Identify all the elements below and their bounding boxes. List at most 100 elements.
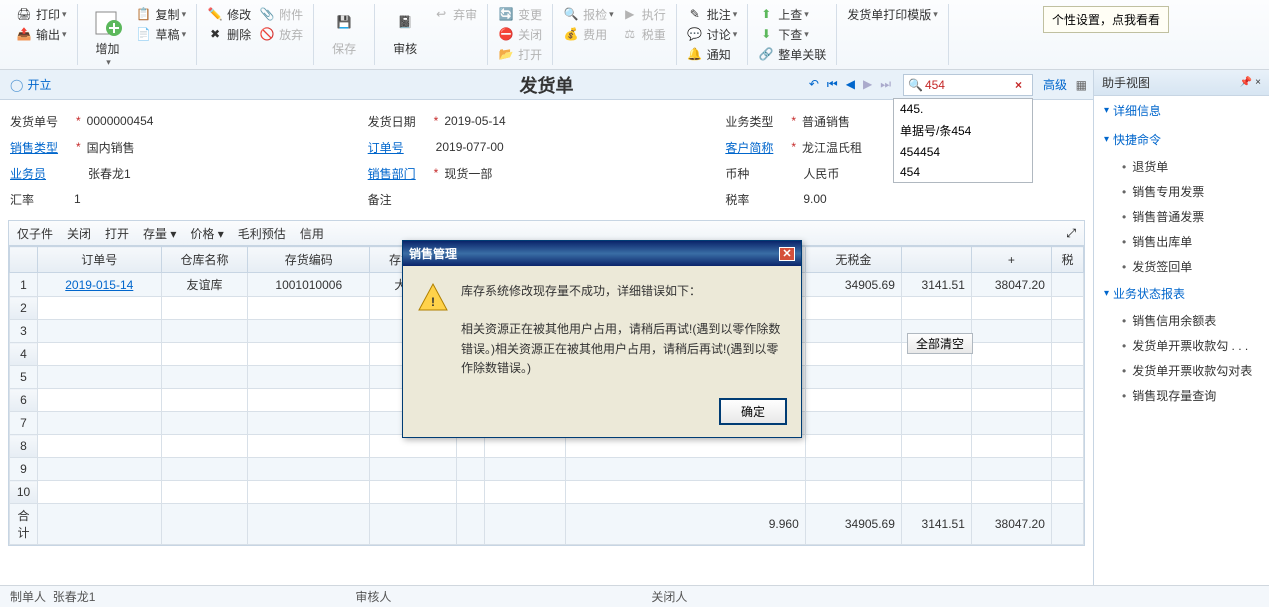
open-doc-button[interactable]: 📂打开	[494, 44, 546, 64]
table-row[interactable]: 9	[10, 458, 1084, 481]
search-autocomplete: 445. 单据号/条454 454454 454	[893, 98, 1033, 183]
gridbar-btn[interactable]: 打开	[105, 225, 129, 242]
template-dropdown[interactable]: 发货单打印模版▾	[843, 4, 942, 24]
panel-title: 助手视图📌 ×	[1094, 70, 1269, 96]
panel-item[interactable]: 发货单开票收款勾 . . .	[1094, 333, 1269, 358]
save-icon: 💾	[328, 6, 360, 38]
delete-button[interactable]: ✖删除	[203, 24, 255, 44]
settings-tooltip: 个性设置，点我看看	[1043, 6, 1169, 33]
dialog-close-button[interactable]: ✕	[779, 247, 795, 261]
ac-item[interactable]: 454454	[894, 142, 1032, 162]
panel-section[interactable]: ▾业务状态报表	[1094, 279, 1269, 308]
attach-button[interactable]: 📎附件	[255, 4, 307, 24]
field-label: 汇率	[10, 191, 70, 208]
panel-item[interactable]: 发货签回单	[1094, 254, 1269, 279]
gridbar-btn[interactable]: 价格 ▾	[190, 225, 223, 242]
draft-button[interactable]: 📄草稿▾	[132, 24, 191, 44]
gridbar-btn[interactable]: 关闭	[67, 225, 91, 242]
document-titlebar: ◯ 开立 发货单 ↶ ⏮ ◀ ▶ ⏭ 🔍 × 高级 ▦ 445. 单据号/条45…	[0, 70, 1093, 100]
dialog-message: 库存系统修改现存量不成功，详细错误如下： 相关资源正在被其他用户占用，请稍后再试…	[461, 282, 787, 378]
panel-item[interactable]: 销售普通发票	[1094, 204, 1269, 229]
taolun-button[interactable]: 💬讨论▾	[683, 24, 742, 44]
svg-text:!: !	[431, 295, 435, 309]
copy-icon: 📋	[136, 6, 152, 22]
modify-button[interactable]: ✏️修改	[203, 4, 255, 24]
table-row[interactable]: 8	[10, 435, 1084, 458]
nav-last[interactable]: ⏭	[878, 75, 893, 94]
change-button[interactable]: 🔄变更	[494, 4, 546, 24]
dialog-titlebar: 销售管理 ✕	[403, 241, 801, 266]
tongzhi-button[interactable]: 🔔通知	[683, 44, 742, 64]
col-header[interactable]: 仓库名称	[161, 247, 248, 273]
gridbar-btn[interactable]: 存量 ▾	[143, 225, 176, 242]
gridbar-btn[interactable]: 仅子件	[17, 225, 53, 242]
add-icon	[92, 6, 124, 38]
advanced-link[interactable]: 高级	[1043, 76, 1067, 93]
nav-next[interactable]: ▶	[861, 75, 874, 94]
ac-item[interactable]: 单据号/条454	[894, 119, 1032, 142]
grid-settings-icon[interactable]: ▦	[1076, 78, 1087, 92]
assistant-panel: 助手视图📌 × ▾详细信息 ▾快捷命令 退货单 销售专用发票 销售普通发票 销售…	[1093, 70, 1269, 585]
col-header[interactable]: 存货编码	[248, 247, 370, 273]
printer-icon: 🖨	[16, 6, 32, 22]
audit-button[interactable]: 📓审核	[381, 4, 429, 59]
page-title: 发货单	[520, 72, 574, 98]
shuiliang-button[interactable]: ⚖税重	[618, 24, 670, 44]
field-value: 0000000454	[87, 114, 154, 128]
status-label: 开立	[27, 76, 51, 93]
panel-item[interactable]: 退货单	[1094, 154, 1269, 179]
gridbar-btn[interactable]: 信用	[300, 225, 324, 242]
discard-button[interactable]: 🚫放弃	[255, 24, 307, 44]
nav-first[interactable]: ⏮	[825, 75, 840, 94]
expand-icon[interactable]: ⤢	[1066, 226, 1076, 241]
close-doc-button[interactable]: ⛔关闭	[494, 24, 546, 44]
deaudit-button[interactable]: ↩弃审	[429, 4, 481, 24]
gridbar-btn[interactable]: 毛利预估	[238, 225, 286, 242]
xiacha-button[interactable]: ⬇下查▾	[754, 24, 830, 44]
col-header[interactable]: 订单号	[38, 247, 162, 273]
panel-item[interactable]: 销售专用发票	[1094, 179, 1269, 204]
pin-icon[interactable]: 📌 ×	[1240, 77, 1261, 88]
panel-section[interactable]: ▾详细信息	[1094, 96, 1269, 125]
panel-item[interactable]: 销售现存量查询	[1094, 383, 1269, 408]
panel-item[interactable]: 销售出库单	[1094, 229, 1269, 254]
add-button[interactable]: 增加▾	[84, 4, 132, 70]
status-indicator: ◯	[10, 78, 23, 92]
panel-section[interactable]: ▾快捷命令	[1094, 125, 1269, 154]
panel-item[interactable]: 发货单开票收款勾对表	[1094, 358, 1269, 383]
ac-item[interactable]: 454	[894, 162, 1032, 182]
nav-buttons: ↶ ⏮ ◀ ▶ ⏭	[807, 75, 893, 94]
status-footer: 制单人 张春龙1 审核人 关闭人	[0, 585, 1269, 607]
shangcha-button[interactable]: ⬆上查▾	[754, 4, 830, 24]
pizhu-button[interactable]: ✎批注▾	[683, 4, 742, 24]
error-dialog: 销售管理 ✕ ! 库存系统修改现存量不成功，详细错误如下： 相关资源正在被其他用…	[402, 240, 802, 438]
zhixing-button[interactable]: ▶执行	[618, 4, 670, 24]
col-header[interactable]: 税	[1051, 247, 1083, 273]
ac-item[interactable]: 445.	[894, 99, 1032, 119]
baojian-button[interactable]: 🔍报检▾	[559, 4, 618, 24]
col-header[interactable]: 无税金	[805, 247, 901, 273]
nav-undo[interactable]: ↶	[807, 75, 821, 94]
field-label-link[interactable]: 业务员	[10, 165, 70, 182]
field-label: 发货单号	[10, 113, 70, 130]
panel-item[interactable]: 销售信用余额表	[1094, 308, 1269, 333]
zhengdan-button[interactable]: 🔗整单关联	[754, 44, 830, 64]
draft-icon: 📄	[136, 26, 152, 42]
discard-icon: 🚫	[259, 26, 275, 42]
feiyong-button[interactable]: 💰费用	[559, 24, 618, 44]
search-input[interactable]	[925, 78, 1015, 92]
search-box[interactable]: 🔍 ×	[903, 74, 1033, 96]
copy-button[interactable]: 📋复制▾	[132, 4, 191, 24]
nav-prev[interactable]: ◀	[844, 75, 857, 94]
search-clear[interactable]: ×	[1015, 78, 1022, 92]
attach-icon: 📎	[259, 6, 275, 22]
save-button[interactable]: 💾保存	[320, 4, 368, 59]
clear-all-button[interactable]: 全部清空	[907, 333, 973, 354]
print-button[interactable]: 🖨打印▾	[12, 4, 71, 24]
output-button[interactable]: 📤输出▾	[12, 24, 71, 44]
sum-row: 合计9.96034905.693141.5138047.20	[10, 504, 1084, 545]
table-row[interactable]: 10	[10, 481, 1084, 504]
deaudit-icon: ↩	[433, 6, 449, 22]
dialog-ok-button[interactable]: 确定	[719, 398, 787, 425]
field-label-link[interactable]: 销售类型	[10, 139, 70, 156]
